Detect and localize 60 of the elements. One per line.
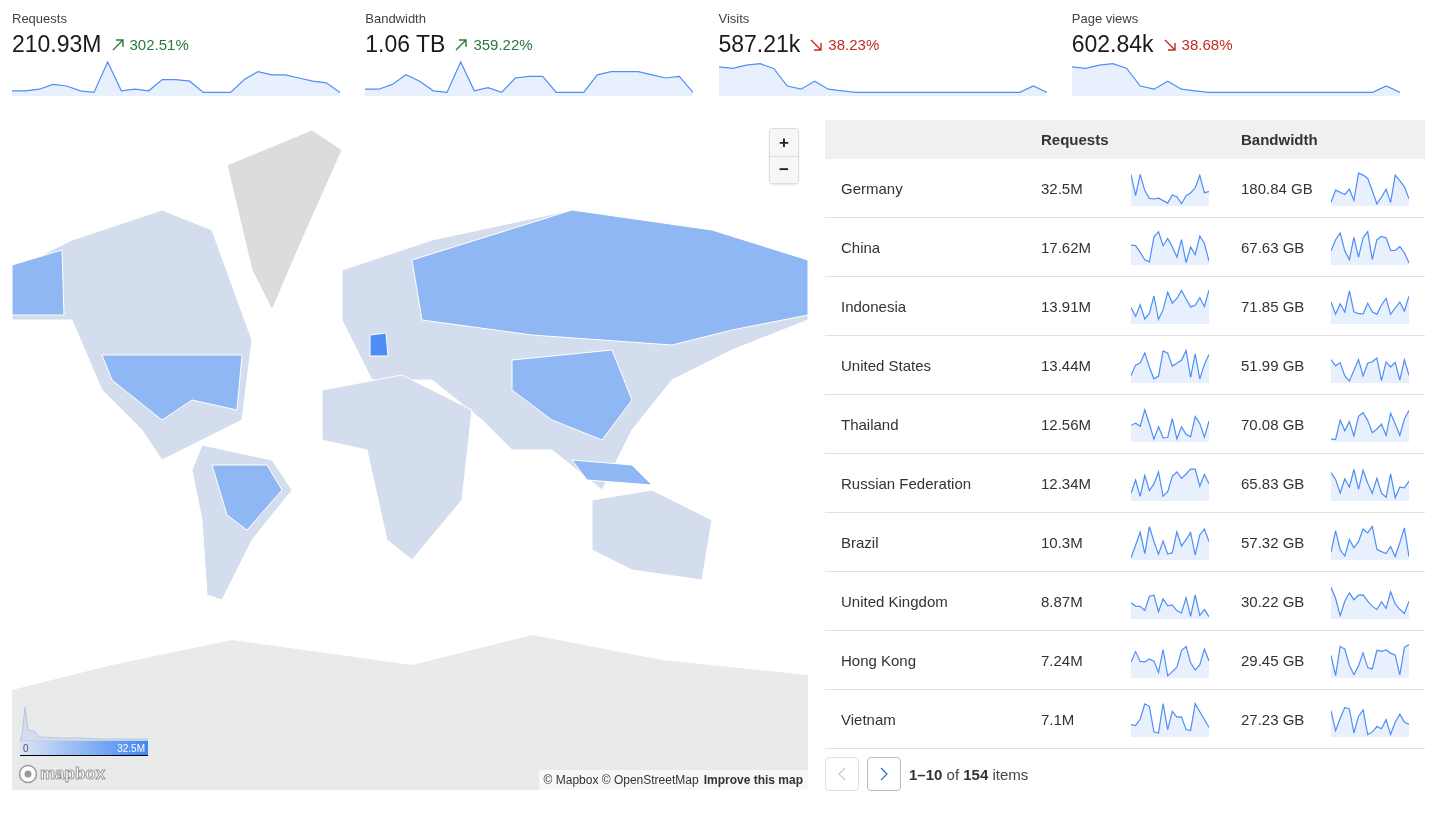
zoom-in-button[interactable]: + (770, 129, 798, 156)
column-header: Requests (1041, 131, 1110, 148)
table-cell-text: Indonesia (840, 297, 908, 315)
pagination-summary: 1–10 of 154 items (909, 765, 1029, 783)
table-cell-text: 51.99 GB (1241, 356, 1306, 374)
table-cell-text: 13.91M (1041, 297, 1093, 315)
legend-min-label: 0 (23, 742, 29, 754)
table-cell-text: 70.08 GB (1241, 415, 1306, 433)
table-cell-text: United States (840, 356, 933, 374)
kpi-label: Page views (1071, 11, 1140, 26)
table-cell-text: 29.45 GB (1241, 651, 1306, 669)
table-cell-text: 67.63 GB (1241, 238, 1306, 256)
legend-max-label: 32.5M (117, 742, 145, 754)
table-cell-text: 65.83 GB (1241, 474, 1306, 492)
logo-text: mapbox (40, 764, 106, 784)
logo-icon (18, 764, 38, 784)
table-cell-text: Brazil (840, 533, 880, 551)
arrow-up-right-icon (111, 38, 124, 51)
kpi-label: Requests (12, 11, 68, 26)
table-cell-text: 12.34M (1041, 474, 1093, 492)
table-cell-text: 13.44M (1041, 356, 1093, 374)
kpi-value: 210.93M (12, 31, 102, 58)
table-cell-text: 27.23 GB (1241, 710, 1306, 728)
next-page-button[interactable] (867, 757, 901, 791)
arrow-down-right-icon (810, 38, 823, 51)
table-cell-text: 57.32 GB (1241, 533, 1306, 551)
kpi-change: 38.68% (1181, 36, 1233, 53)
table-cell-text: Hong Kong (840, 651, 918, 669)
table-cell-text: 71.85 GB (1241, 297, 1306, 315)
kpi-label: Visits (718, 11, 751, 26)
table-cell-text: 7.1M (1041, 710, 1076, 728)
table-cell-text: 180.84 GB (1241, 179, 1314, 197)
chevron-right-icon (880, 767, 888, 781)
table-cell-text: 10.3M (1041, 533, 1084, 551)
table-cell-text: Russian Federation (840, 474, 973, 492)
kpi-label: Bandwidth (365, 11, 427, 26)
table-cell-text: 12.56M (1041, 415, 1093, 433)
table-cell-text: United Kingdom (840, 592, 949, 610)
kpi-change: 302.51% (129, 36, 189, 53)
table-cell-text: 8.87M (1041, 592, 1084, 610)
table-cell-text: Vietnam (840, 710, 897, 728)
chevron-left-icon (838, 767, 846, 781)
kpi-value: 587.21k (718, 31, 801, 58)
table-cell-text: 32.5M (1041, 179, 1084, 197)
kpi-change: 359.22% (473, 36, 533, 53)
attribution-text: © Mapbox © OpenStreetMap (543, 773, 699, 787)
kpi-change: 38.23% (828, 36, 880, 53)
table-cell-text: Germany (840, 179, 904, 197)
table-cell-text: 17.62M (1041, 238, 1093, 256)
table-cell-text: China (840, 238, 882, 256)
improve-map-link[interactable]: Improve this map (703, 773, 803, 787)
table-cell-text: Thailand (840, 415, 900, 433)
arrow-up-right-icon (455, 38, 468, 51)
kpi-value: 602.84k (1071, 31, 1154, 58)
kpi-value: 1.06 TB (365, 31, 446, 58)
column-header: Bandwidth (1241, 131, 1319, 148)
table-cell-text: 7.24M (1041, 651, 1084, 669)
arrow-down-right-icon (1163, 38, 1176, 51)
zoom-out-button[interactable]: − (770, 156, 798, 183)
table-cell-text: 30.22 GB (1241, 592, 1306, 610)
